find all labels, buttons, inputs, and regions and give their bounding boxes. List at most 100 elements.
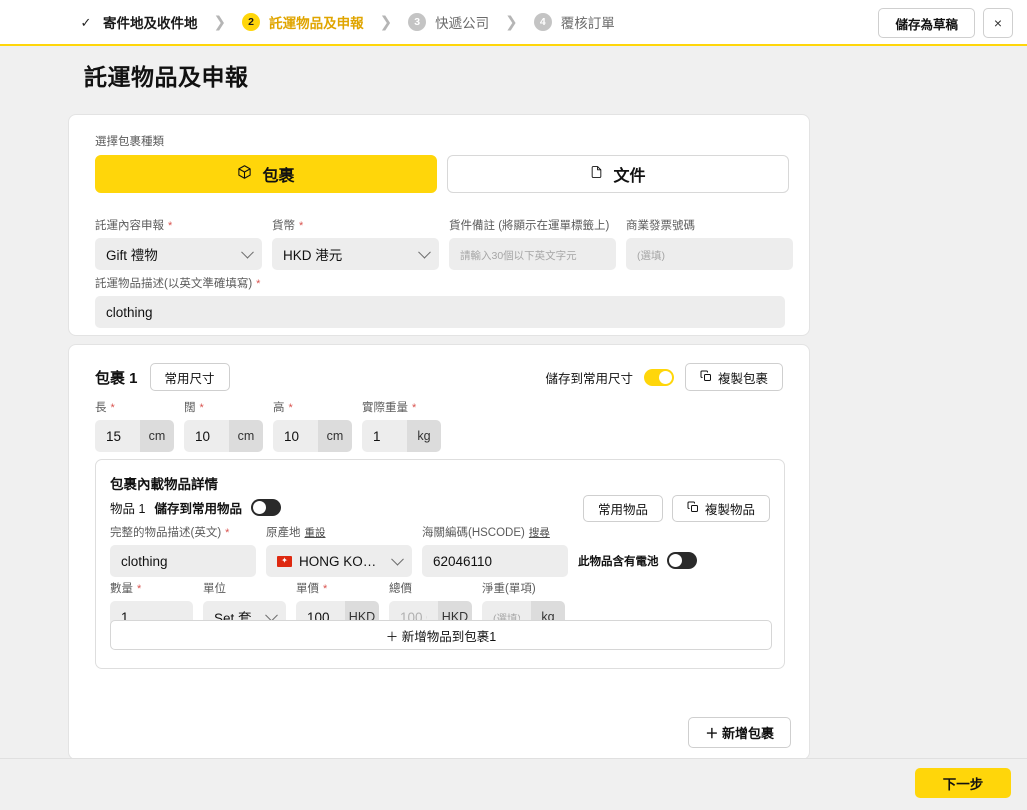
battery-field: 此物品含有電池 — [578, 552, 697, 577]
common-size-button[interactable]: 常用尺寸 — [150, 363, 230, 391]
required-marker: * — [137, 583, 141, 595]
required-marker: * — [225, 527, 229, 539]
footer-bar: 下一步 — [0, 758, 1027, 810]
duplicate-package-label: 複製包裹 — [718, 368, 768, 387]
weight-field: 實際重量 * kg — [362, 399, 441, 452]
width-combo: cm — [184, 420, 263, 452]
invoice-number-field: 商業發票號碼 — [626, 217, 793, 270]
origin-value: HONG KONG ... — [299, 554, 384, 569]
step-review[interactable]: 4 覆核訂單 — [534, 12, 615, 32]
add-item-button[interactable]: ＋ 新增物品到包裹1 — [110, 620, 772, 650]
item-row-1: 完整的物品描述(英文) * 原產地 重設 ✦ HONG KONG ... — [110, 524, 697, 577]
step-4-badge: 4 — [534, 13, 552, 31]
save-size-label: 儲存到常用尺寸 — [545, 368, 633, 387]
unit-price-label: 單價 * — [296, 580, 379, 596]
currency-value: HKD 港元 — [283, 244, 342, 264]
save-size-toggle[interactable] — [644, 369, 674, 386]
origin-reset-link[interactable]: 重設 — [305, 525, 326, 540]
goods-description-label: 託運物品描述(以英文準確填寫) * — [95, 275, 785, 291]
save-draft-button[interactable]: 儲存為草稿 — [878, 8, 975, 38]
copy-icon — [687, 501, 699, 516]
origin-select[interactable]: ✦ HONG KONG ... — [266, 545, 412, 577]
package-type-document-label: 文件 — [613, 162, 645, 186]
hscode-search-link[interactable]: 搜尋 — [529, 525, 550, 540]
quantity-label: 數量 * — [110, 580, 193, 596]
item-description-label: 完整的物品描述(英文) * — [110, 524, 256, 540]
package-type-parcel-button[interactable]: 包裹 — [95, 155, 437, 193]
required-marker: * — [412, 402, 416, 414]
shipment-remark-field: 貨件備註 (將顯示在運單標籤上) — [449, 217, 616, 270]
item-index-label: 物品 1 — [110, 498, 145, 517]
width-unit: cm — [229, 420, 263, 452]
item-header-left: 物品 1 儲存到常用物品 — [110, 498, 281, 517]
items-title: 包裹內載物品詳情 — [110, 473, 218, 493]
step-goods-declaration[interactable]: 2 託運物品及申報 — [242, 12, 364, 32]
required-marker: * — [256, 278, 260, 290]
item-description-input[interactable] — [110, 545, 256, 577]
top-bar: ✓ 寄件地及收件地 ❯ 2 託運物品及申報 ❯ 3 快遞公司 ❯ 4 覆核訂單 … — [0, 0, 1027, 46]
length-combo: cm — [95, 420, 174, 452]
duplicate-package-button[interactable]: 複製包裹 — [685, 363, 783, 391]
close-icon[interactable]: × — [983, 8, 1013, 38]
height-input[interactable] — [273, 420, 318, 452]
package-header-right: 儲存到常用尺寸 複製包裹 — [545, 363, 783, 391]
height-unit: cm — [318, 420, 352, 452]
weight-combo: kg — [362, 420, 441, 452]
hscode-field: 海關編碼(HSCODE) 搜尋 — [422, 524, 568, 577]
goods-description-input[interactable] — [95, 296, 785, 328]
chevron-down-icon — [241, 246, 254, 259]
unit-label: 單位 — [203, 580, 286, 596]
width-label: 闊 * — [184, 399, 263, 415]
hscode-label: 海關編碼(HSCODE) 搜尋 — [422, 524, 568, 540]
content-declaration-select[interactable]: Gift 禮物 — [95, 238, 262, 270]
weight-unit: kg — [407, 420, 441, 452]
package-header-left: 包裹 1 常用尺寸 — [95, 363, 230, 391]
duplicate-item-label: 複製物品 — [705, 499, 755, 518]
required-marker: * — [299, 220, 303, 232]
required-marker: * — [289, 402, 293, 414]
width-input[interactable] — [184, 420, 229, 452]
length-field: 長 * cm — [95, 399, 174, 452]
net-weight-label: 淨重(單項) — [482, 580, 565, 596]
length-label: 長 * — [95, 399, 174, 415]
required-marker: * — [200, 402, 204, 414]
item-header-right: 常用物品 複製物品 — [583, 495, 770, 522]
package-type-label: 選擇包裹種類 — [95, 133, 164, 149]
length-input[interactable] — [95, 420, 140, 452]
add-package-button[interactable]: ＋ 新增包裹 — [688, 717, 791, 748]
battery-toggle[interactable] — [667, 552, 697, 569]
battery-label: 此物品含有電池 — [578, 553, 659, 569]
weight-input[interactable] — [362, 420, 407, 452]
invoice-number-input[interactable] — [626, 238, 793, 270]
step-addresses[interactable]: ✓ 寄件地及收件地 — [78, 12, 198, 32]
step-courier[interactable]: 3 快遞公司 — [408, 12, 489, 32]
step-review-label: 覆核訂單 — [561, 12, 615, 32]
common-item-button[interactable]: 常用物品 — [583, 495, 663, 522]
currency-select[interactable]: HKD 港元 — [272, 238, 439, 270]
package-type-selector: 包裹 文件 — [95, 155, 789, 193]
length-unit: cm — [140, 420, 174, 452]
save-item-toggle[interactable] — [251, 499, 281, 516]
shipment-remark-input[interactable] — [449, 238, 616, 270]
next-step-button[interactable]: 下一步 — [915, 768, 1011, 798]
package-title: 包裹 1 — [95, 367, 138, 388]
step-courier-label: 快遞公司 — [435, 12, 489, 32]
chevron-down-icon — [418, 246, 431, 259]
content-declaration-label: 託運內容申報 * — [95, 217, 262, 233]
step-progress: ✓ 寄件地及收件地 ❯ 2 託運物品及申報 ❯ 3 快遞公司 ❯ 4 覆核訂單 — [78, 12, 615, 32]
currency-label: 貨幣 * — [272, 217, 439, 233]
package-type-document-button[interactable]: 文件 — [447, 155, 789, 193]
duplicate-item-button[interactable]: 複製物品 — [672, 495, 770, 522]
item-description-field: 完整的物品描述(英文) * — [110, 524, 256, 577]
package-items-card: 包裹內載物品詳情 物品 1 儲存到常用物品 常用物品 複製物品 — [95, 459, 785, 669]
height-label: 高 * — [273, 399, 352, 415]
document-icon — [590, 164, 603, 185]
goods-description-field: 託運物品描述(以英文準確填寫) * — [95, 275, 785, 328]
hscode-input[interactable] — [422, 545, 568, 577]
box-icon — [237, 164, 252, 185]
save-item-label: 儲存到常用物品 — [154, 498, 242, 517]
content-declaration-value: Gift 禮物 — [106, 244, 158, 264]
copy-icon — [700, 370, 712, 385]
check-icon: ✓ — [78, 16, 94, 29]
package-type-parcel-label: 包裹 — [262, 162, 294, 186]
